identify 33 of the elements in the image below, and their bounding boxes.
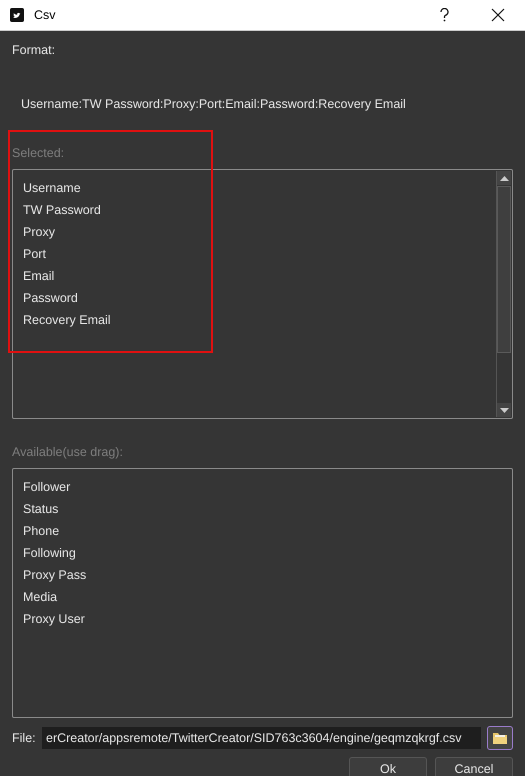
available-label: Available(use drag):: [12, 445, 124, 461]
browse-button[interactable]: [487, 726, 513, 750]
file-path-field[interactable]: erCreator/appsremote/TwitterCreator/SID763c3604/engine/geqmzqkrgf.csv: [42, 727, 481, 749]
format-value: Username:TW Password:Proxy:Port:Email:Password:Recovery Email: [21, 97, 407, 113]
list-item[interactable]: Proxy: [23, 224, 486, 240]
list-item[interactable]: Follower: [23, 479, 502, 495]
list-item[interactable]: Username: [23, 180, 486, 196]
list-item[interactable]: Recovery Email: [23, 312, 486, 328]
dialog-button[interactable]: Cancel: [435, 757, 513, 776]
scrollbar[interactable]: [496, 171, 511, 417]
list-item[interactable]: Proxy Pass: [23, 567, 502, 583]
format-label: Format:: [12, 43, 56, 59]
close-icon[interactable]: [491, 8, 505, 22]
list-item[interactable]: Media: [23, 589, 502, 605]
help-icon[interactable]: [440, 8, 449, 22]
selected-label: Selected:: [12, 146, 66, 162]
up-arrow-icon[interactable]: [500, 176, 508, 180]
list-item[interactable]: Proxy User: [23, 611, 502, 627]
down-arrow-icon[interactable]: [500, 408, 508, 412]
list-item[interactable]: Phone: [23, 523, 502, 539]
window-title: Csv: [34, 8, 57, 22]
file-label: File:: [12, 731, 36, 745]
list-item[interactable]: Status: [23, 501, 502, 517]
dialog-button[interactable]: Ok: [349, 757, 427, 776]
list-item[interactable]: Port: [23, 246, 486, 262]
list-box[interactable]: Username TW Password Proxy Port Email Password Recovery Email: [12, 169, 513, 419]
list-item[interactable]: Password: [23, 290, 486, 306]
list-box[interactable]: Follower Status Phone Following Proxy Pass Media Proxy User: [12, 468, 513, 718]
list-item[interactable]: TW Password: [23, 202, 486, 218]
bird-icon: [10, 8, 24, 22]
list-item[interactable]: Following: [23, 545, 502, 561]
folder-icon: [492, 731, 508, 745]
list-item[interactable]: Email: [23, 268, 486, 284]
